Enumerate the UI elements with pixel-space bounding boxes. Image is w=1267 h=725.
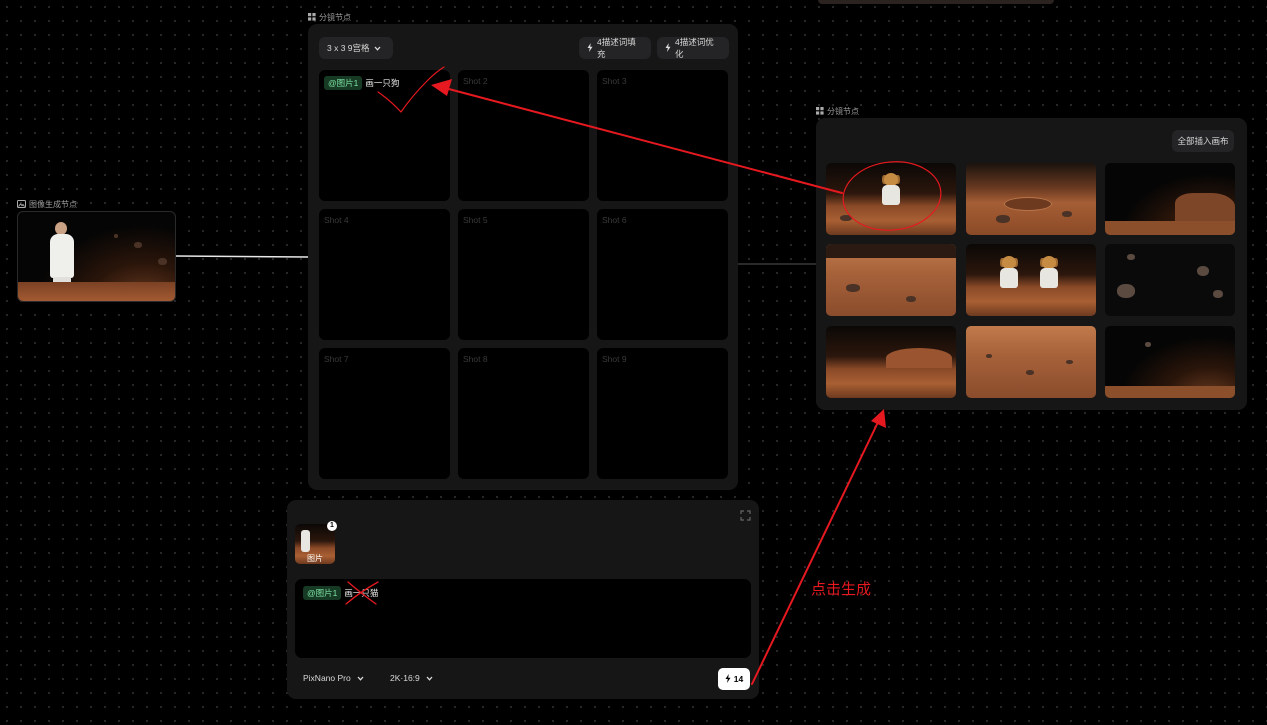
red-annotations: [345, 66, 942, 685]
